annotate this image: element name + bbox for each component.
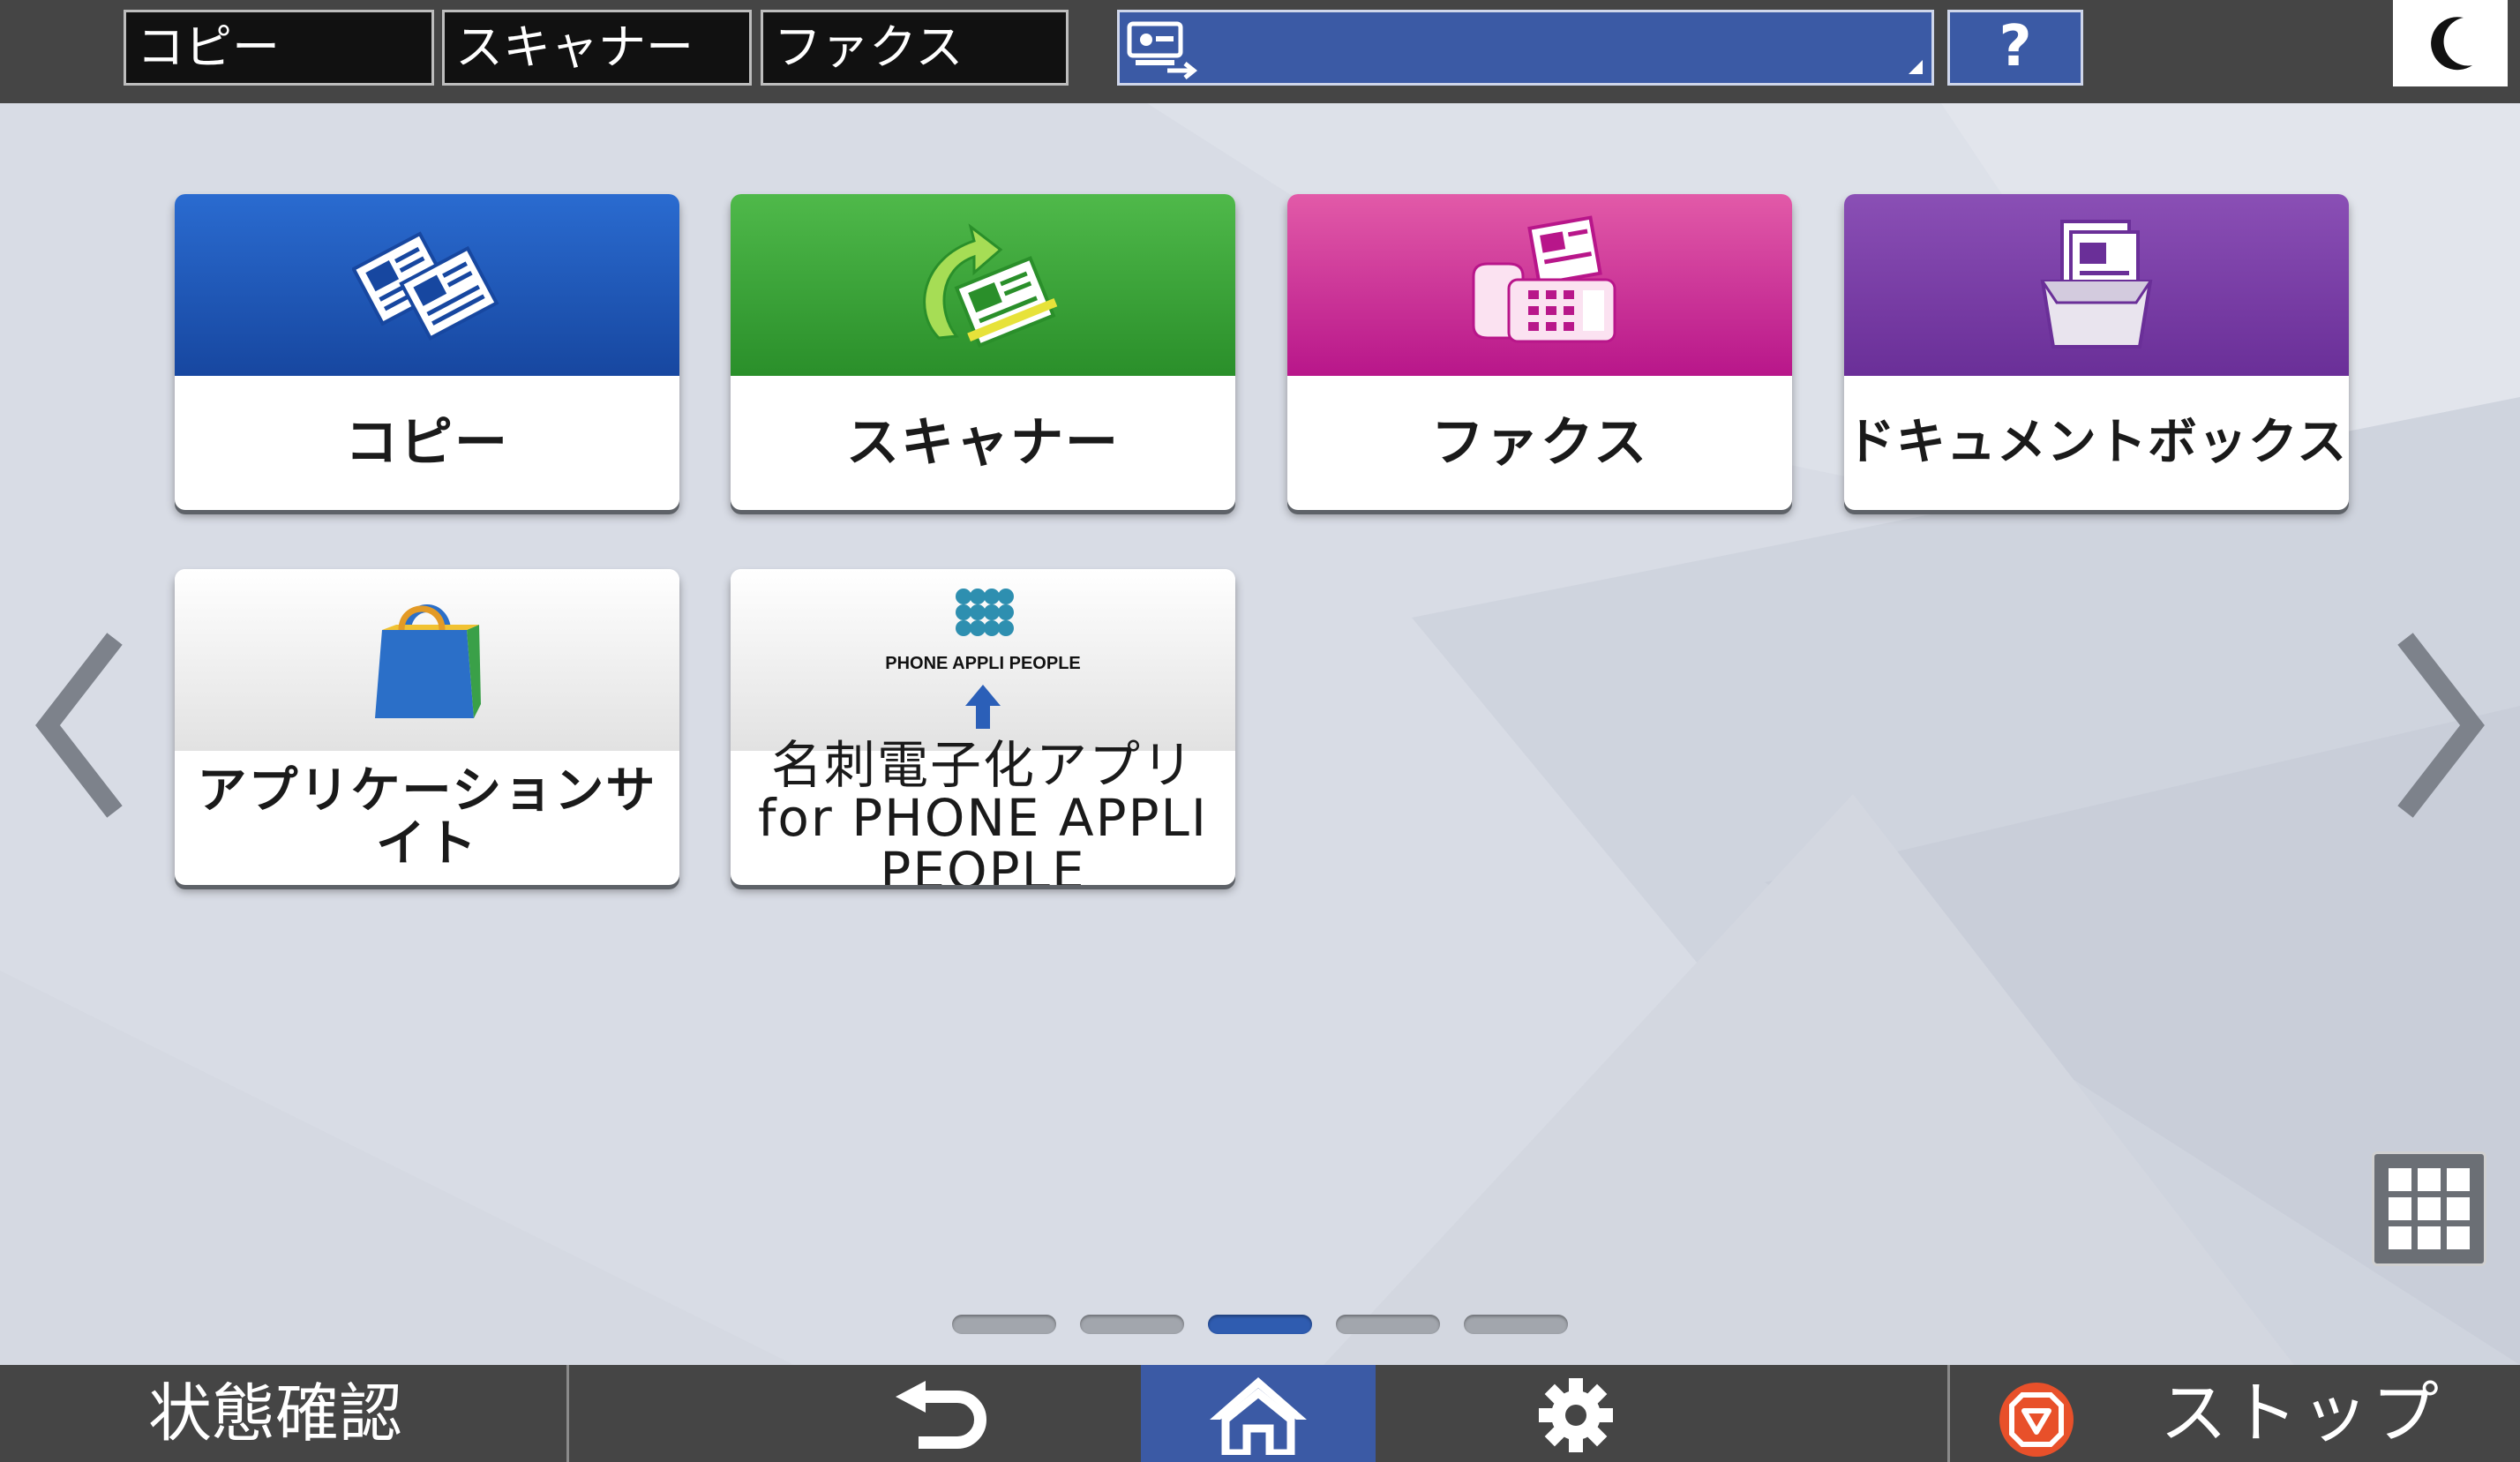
home-button[interactable]	[1141, 1365, 1376, 1462]
bottom-bar: 状態確認 ストップ	[0, 1365, 2520, 1462]
top-bar: コピー スキャナー ファクス ?	[0, 0, 2520, 103]
tile-header: PHONE APPLI PEOPLE	[731, 569, 1235, 751]
previous-page-arrow[interactable]	[30, 628, 127, 822]
settings-button[interactable]	[1376, 1365, 1947, 1462]
app-tile-phone-appli-people[interactable]: PHONE APPLI PEOPLE 名刺電子化アプリ for PHONE AP…	[731, 569, 1235, 885]
stop-label: ストップ	[2160, 1374, 2442, 1452]
user-login-icon	[1127, 21, 1198, 79]
back-button[interactable]	[569, 1365, 1141, 1462]
next-page-arrow[interactable]	[2393, 628, 2490, 822]
help-button[interactable]: ?	[1947, 10, 2083, 86]
tile-label: アプリケーションサイト	[197, 762, 657, 873]
app-tile-scanner[interactable]: スキャナー	[731, 194, 1235, 510]
page-dot[interactable]	[1336, 1315, 1440, 1334]
energy-saver-button[interactable]	[2393, 0, 2508, 86]
phone-appli-people-icon: PHONE APPLI PEOPLE	[885, 589, 1081, 729]
dropdown-corner-icon	[1909, 60, 1923, 74]
tile-label: スキャナー	[846, 412, 1120, 474]
tab-fax[interactable]: ファクス	[761, 10, 1069, 86]
shopping-bag-icon	[375, 604, 481, 718]
tile-header	[175, 569, 679, 751]
page-dot-active[interactable]	[1208, 1315, 1312, 1334]
status-check-label: 状態確認	[148, 1376, 403, 1451]
app-tile-fax[interactable]: ファクス	[1287, 194, 1792, 510]
stop-icon	[1999, 1383, 2074, 1457]
app-list-button[interactable]	[2372, 1151, 2486, 1266]
logo-text: PHONE APPLI PEOPLE	[885, 654, 1081, 673]
page-indicator	[0, 1315, 2520, 1336]
home-icon	[1210, 1377, 1307, 1455]
mode-selector[interactable]	[1117, 10, 1934, 86]
tile-label: コピー	[345, 412, 509, 474]
document-box-icon	[2040, 220, 2153, 349]
stop-button[interactable]: ストップ	[1950, 1365, 2520, 1462]
tab-copy[interactable]: コピー	[124, 10, 434, 86]
grid-icon	[2389, 1168, 2470, 1249]
app-tile-application-site[interactable]: アプリケーションサイト	[175, 569, 679, 885]
page-dot[interactable]	[952, 1315, 1056, 1334]
tile-header	[731, 194, 1235, 376]
page-dot[interactable]	[1464, 1315, 1568, 1334]
page-dot[interactable]	[1080, 1315, 1184, 1334]
gear-icon	[1539, 1378, 1613, 1452]
tile-label: ドキュメントボックス	[1845, 414, 2348, 471]
fax-icon	[1472, 215, 1616, 343]
tile-header	[1287, 194, 1792, 376]
tab-scanner[interactable]: スキャナー	[442, 10, 752, 86]
tile-label: 名刺電子化アプリ for PHONE APPLI PEOPLE	[758, 735, 1208, 885]
copy-icon	[352, 231, 499, 341]
scanner-icon	[923, 223, 1058, 348]
status-check-button[interactable]: 状態確認	[0, 1365, 565, 1462]
tile-header	[1844, 194, 2349, 376]
tile-header	[175, 194, 679, 376]
back-arrow-icon	[896, 1381, 986, 1449]
app-tile-document-box[interactable]: ドキュメントボックス	[1844, 194, 2349, 510]
app-tile-copy[interactable]: コピー	[175, 194, 679, 510]
moon-icon	[2431, 17, 2472, 71]
tile-label: ファクス	[1430, 412, 1649, 474]
